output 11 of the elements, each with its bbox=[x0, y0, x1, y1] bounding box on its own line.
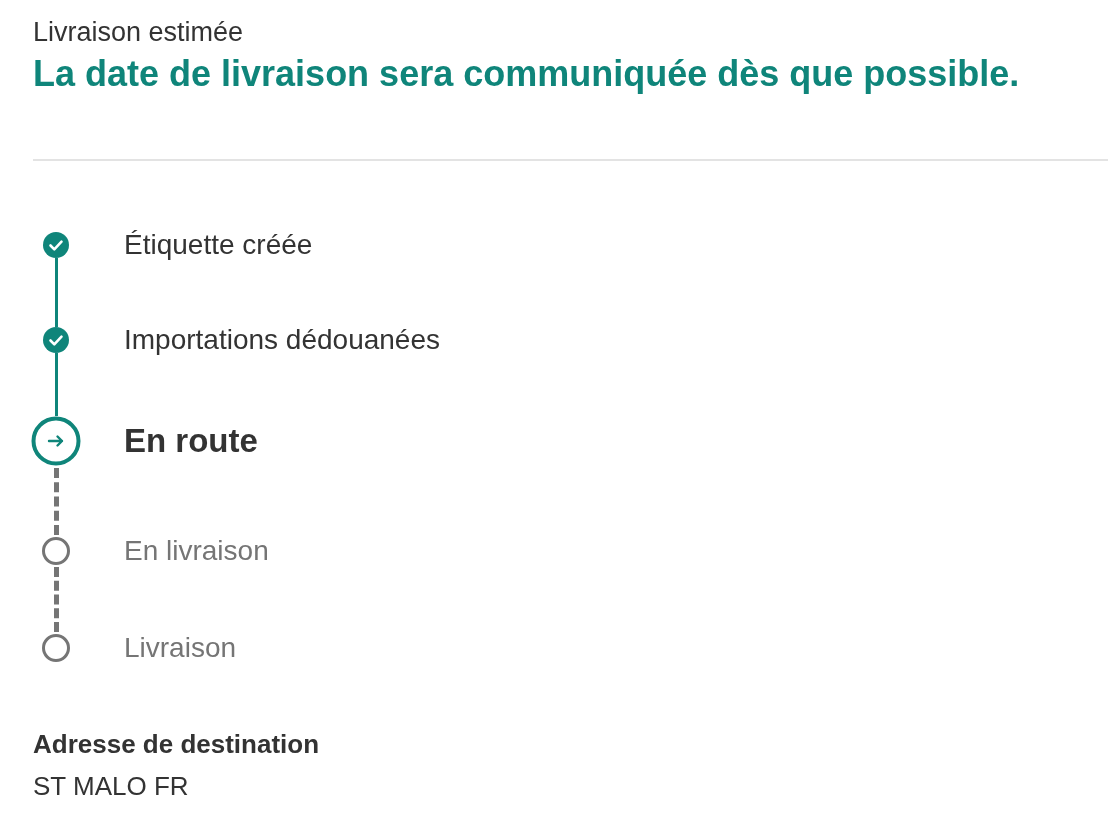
destination-value: ST MALO FR bbox=[33, 770, 190, 803]
step-label: Étiquette créée bbox=[124, 228, 313, 262]
step-label: Livraison bbox=[124, 631, 237, 665]
empty-circle-icon bbox=[42, 537, 70, 565]
step-label: En route bbox=[124, 421, 258, 462]
step-label: Importations dédouanées bbox=[124, 323, 440, 357]
step-label: En livraison bbox=[124, 534, 269, 568]
empty-circle-icon bbox=[42, 634, 70, 662]
estimate-label: Livraison estimée bbox=[33, 16, 245, 49]
estimate-message: La date de livraison sera communiquée dès que possible. bbox=[33, 52, 1021, 96]
destination-label: Adresse de destination bbox=[33, 728, 321, 761]
